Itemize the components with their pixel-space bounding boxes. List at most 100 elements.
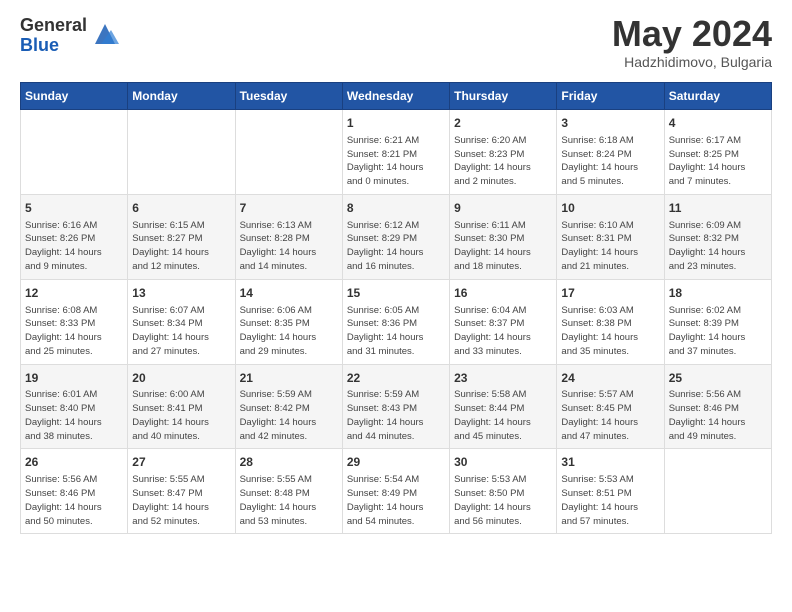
day-info: Sunrise: 6:15 AMSunset: 8:27 PMDaylight:… — [132, 219, 230, 274]
weekday-header-friday: Friday — [557, 83, 664, 110]
calendar-cell: 3Sunrise: 6:18 AMSunset: 8:24 PMDaylight… — [557, 110, 664, 195]
day-number: 25 — [669, 370, 767, 387]
calendar-week-4: 19Sunrise: 6:01 AMSunset: 8:40 PMDayligh… — [21, 364, 772, 449]
day-info: Sunrise: 5:57 AMSunset: 8:45 PMDaylight:… — [561, 388, 659, 443]
calendar-table: SundayMondayTuesdayWednesdayThursdayFrid… — [20, 82, 772, 534]
day-number: 7 — [240, 200, 338, 217]
day-number: 11 — [669, 200, 767, 217]
day-number: 8 — [347, 200, 445, 217]
day-number: 26 — [25, 454, 123, 471]
calendar-cell: 7 Sunrise: 6:13 AMSunset: 8:28 PMDaylight… — [235, 194, 342, 279]
day-info: Sunrise: 5:54 AMSunset: 8:49 PMDaylight:… — [347, 473, 445, 528]
day-info: Sunrise: 5:53 AMSunset: 8:50 PMDaylight:… — [454, 473, 552, 528]
calendar-week-1: 1Sunrise: 6:21 AMSunset: 8:21 PMDaylight… — [21, 110, 772, 195]
day-number: 6 — [132, 200, 230, 217]
day-number: 20 — [132, 370, 230, 387]
day-info: Sunrise: 6:10 AMSunset: 8:31 PMDaylight:… — [561, 219, 659, 274]
logo-text: General Blue — [20, 16, 87, 56]
day-info: Sunrise: 6:07 AMSunset: 8:34 PMDaylight:… — [132, 304, 230, 359]
calendar-cell: 6 Sunrise: 6:15 AMSunset: 8:27 PMDaylight… — [128, 194, 235, 279]
day-info: Sunrise: 6:17 AMSunset: 8:25 PMDaylight:… — [669, 134, 767, 189]
day-number: 29 — [347, 454, 445, 471]
calendar-week-2: 5 Sunrise: 6:16 AMSunset: 8:26 PMDaylight… — [21, 194, 772, 279]
calendar-cell: 22Sunrise: 5:59 AMSunset: 8:43 PMDayligh… — [342, 364, 449, 449]
calendar-cell: 26 Sunrise: 5:56 AMSunset: 8:46 PMDayligh… — [21, 449, 128, 534]
weekday-header-wednesday: Wednesday — [342, 83, 449, 110]
day-number: 23 — [454, 370, 552, 387]
day-info: Sunrise: 5:56 AMSunset: 8:46 PMDaylight:… — [669, 388, 767, 443]
calendar-cell: 20Sunrise: 6:00 AMSunset: 8:41 PMDayligh… — [128, 364, 235, 449]
calendar-cell: 14 Sunrise: 6:06 AMSunset: 8:35 PMDayligh… — [235, 279, 342, 364]
day-number: 14 — [240, 285, 338, 302]
calendar-cell: 11 Sunrise: 6:09 AMSunset: 8:32 PMDayligh… — [664, 194, 771, 279]
day-info: Sunrise: 5:55 AMSunset: 8:48 PMDaylight:… — [240, 473, 338, 528]
calendar-cell: 9Sunrise: 6:11 AMSunset: 8:30 PMDaylight… — [450, 194, 557, 279]
calendar-cell: 23Sunrise: 5:58 AMSunset: 8:44 PMDayligh… — [450, 364, 557, 449]
day-number: 2 — [454, 115, 552, 132]
calendar-cell: 16Sunrise: 6:04 AMSunset: 8:37 PMDayligh… — [450, 279, 557, 364]
day-info: Sunrise: 5:56 AMSunset: 8:46 PMDaylight:… — [25, 473, 123, 528]
day-info: Sunrise: 6:20 AMSunset: 8:23 PMDaylight:… — [454, 134, 552, 189]
day-number: 22 — [347, 370, 445, 387]
calendar-cell: 18Sunrise: 6:02 AMSunset: 8:39 PMDayligh… — [664, 279, 771, 364]
day-info: Sunrise: 5:53 AMSunset: 8:51 PMDaylight:… — [561, 473, 659, 528]
day-number: 19 — [25, 370, 123, 387]
day-number: 12 — [25, 285, 123, 302]
logo-icon — [91, 20, 119, 48]
calendar-cell — [235, 110, 342, 195]
calendar-cell: 1Sunrise: 6:21 AMSunset: 8:21 PMDaylight… — [342, 110, 449, 195]
calendar-cell: 8Sunrise: 6:12 AMSunset: 8:29 PMDaylight… — [342, 194, 449, 279]
month-year: May 2024 — [612, 16, 772, 52]
page: General Blue May 2024 Hadzhidimovo, Bulg… — [0, 0, 792, 544]
day-info: Sunrise: 5:59 AMSunset: 8:43 PMDaylight:… — [347, 388, 445, 443]
day-number: 15 — [347, 285, 445, 302]
day-info: Sunrise: 6:06 AMSunset: 8:35 PMDaylight:… — [240, 304, 338, 359]
day-info: Sunrise: 6:08 AMSunset: 8:33 PMDaylight:… — [25, 304, 123, 359]
logo: General Blue — [20, 16, 119, 56]
day-number: 4 — [669, 115, 767, 132]
day-number: 27 — [132, 454, 230, 471]
calendar-week-3: 12 Sunrise: 6:08 AMSunset: 8:33 PMDayligh… — [21, 279, 772, 364]
calendar-cell: 25Sunrise: 5:56 AMSunset: 8:46 PMDayligh… — [664, 364, 771, 449]
day-info: Sunrise: 6:18 AMSunset: 8:24 PMDaylight:… — [561, 134, 659, 189]
day-number: 13 — [132, 285, 230, 302]
day-info: Sunrise: 6:16 AMSunset: 8:26 PMDaylight:… — [25, 219, 123, 274]
calendar-cell — [664, 449, 771, 534]
weekday-header-tuesday: Tuesday — [235, 83, 342, 110]
calendar-cell: 4 Sunrise: 6:17 AMSunset: 8:25 PMDaylight… — [664, 110, 771, 195]
day-number: 31 — [561, 454, 659, 471]
day-number: 28 — [240, 454, 338, 471]
calendar-cell: 24Sunrise: 5:57 AMSunset: 8:45 PMDayligh… — [557, 364, 664, 449]
calendar-body: 1Sunrise: 6:21 AMSunset: 8:21 PMDaylight… — [21, 110, 772, 534]
calendar-cell: 28 Sunrise: 5:55 AMSunset: 8:48 PMDayligh… — [235, 449, 342, 534]
day-info: Sunrise: 6:09 AMSunset: 8:32 PMDaylight:… — [669, 219, 767, 274]
day-info: Sunrise: 6:01 AMSunset: 8:40 PMDaylight:… — [25, 388, 123, 443]
day-info: Sunrise: 6:04 AMSunset: 8:37 PMDaylight:… — [454, 304, 552, 359]
header: General Blue May 2024 Hadzhidimovo, Bulg… — [20, 16, 772, 70]
day-number: 24 — [561, 370, 659, 387]
calendar-cell: 15Sunrise: 6:05 AMSunset: 8:36 PMDayligh… — [342, 279, 449, 364]
day-info: Sunrise: 6:13 AMSunset: 8:28 PMDaylight:… — [240, 219, 338, 274]
day-number: 18 — [669, 285, 767, 302]
day-number: 21 — [240, 370, 338, 387]
logo-general: General — [20, 16, 87, 36]
calendar-cell: 5 Sunrise: 6:16 AMSunset: 8:26 PMDaylight… — [21, 194, 128, 279]
day-number: 5 — [25, 200, 123, 217]
calendar-cell: 29 Sunrise: 5:54 AMSunset: 8:49 PMDayligh… — [342, 449, 449, 534]
weekday-header-monday: Monday — [128, 83, 235, 110]
day-number: 9 — [454, 200, 552, 217]
title-block: May 2024 Hadzhidimovo, Bulgaria — [612, 16, 772, 70]
weekday-header-saturday: Saturday — [664, 83, 771, 110]
day-info: Sunrise: 5:59 AMSunset: 8:42 PMDaylight:… — [240, 388, 338, 443]
calendar-cell: 10Sunrise: 6:10 AMSunset: 8:31 PMDayligh… — [557, 194, 664, 279]
day-number: 30 — [454, 454, 552, 471]
calendar-header: SundayMondayTuesdayWednesdayThursdayFrid… — [21, 83, 772, 110]
calendar-cell: 2 Sunrise: 6:20 AMSunset: 8:23 PMDaylight… — [450, 110, 557, 195]
calendar-cell: 31 Sunrise: 5:53 AMSunset: 8:51 PMDayligh… — [557, 449, 664, 534]
calendar-week-5: 26 Sunrise: 5:56 AMSunset: 8:46 PMDayligh… — [21, 449, 772, 534]
weekday-header-thursday: Thursday — [450, 83, 557, 110]
day-info: Sunrise: 5:58 AMSunset: 8:44 PMDaylight:… — [454, 388, 552, 443]
calendar-cell — [21, 110, 128, 195]
weekday-header-row: SundayMondayTuesdayWednesdayThursdayFrid… — [21, 83, 772, 110]
day-info: Sunrise: 6:00 AMSunset: 8:41 PMDaylight:… — [132, 388, 230, 443]
